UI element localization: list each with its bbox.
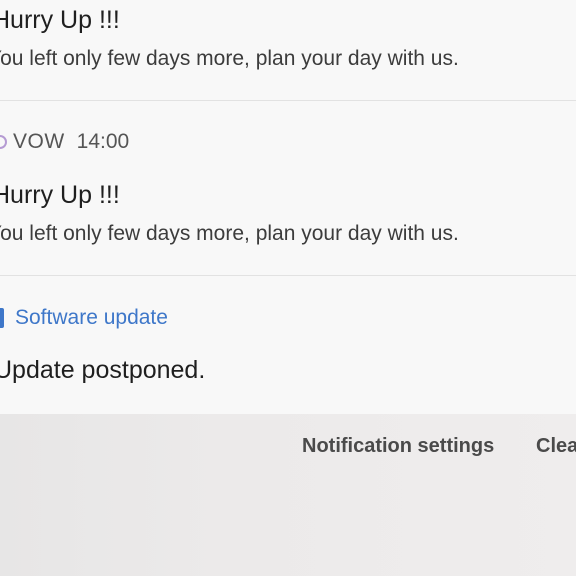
notification-panel: Hurry Up !!! You left only few days more… bbox=[0, 0, 576, 414]
software-update-icon bbox=[0, 308, 4, 328]
vow-app-icon bbox=[0, 135, 7, 149]
notification-card-hurry-up-2[interactable]: VOW 14:00 Hurry Up !!! You left only few… bbox=[0, 101, 576, 275]
notification-body: You left only few days more, plan your d… bbox=[0, 222, 459, 245]
notification-title: Hurry Up !!! bbox=[0, 6, 120, 34]
notification-text: Update postponed. bbox=[0, 356, 206, 384]
app-name: VOW bbox=[13, 130, 65, 153]
notification-title: Hurry Up !!! bbox=[0, 181, 120, 209]
notification-settings-button[interactable]: Notification settings bbox=[302, 435, 494, 458]
notification-card-software-update[interactable]: Software update Update postponed. bbox=[0, 276, 576, 414]
clear-button[interactable]: Clear bbox=[536, 435, 576, 458]
notification-header: VOW 14:00 bbox=[0, 130, 129, 154]
app-name: Software update bbox=[15, 306, 168, 329]
notification-body: You left only few days more, plan your d… bbox=[0, 47, 459, 70]
notification-actions-bar: Notification settings Clear bbox=[0, 414, 576, 576]
notification-time: 14:00 bbox=[76, 130, 130, 153]
notification-header: Software update bbox=[0, 306, 168, 330]
notification-card-hurry-up-1[interactable]: Hurry Up !!! You left only few days more… bbox=[0, 0, 576, 100]
